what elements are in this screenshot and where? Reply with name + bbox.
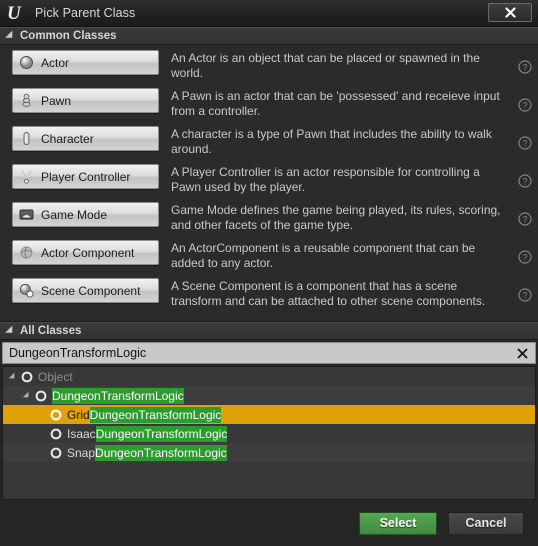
class-name-label: Player Controller [41, 169, 131, 184]
common-classes-label: Common Classes [20, 30, 117, 42]
help-circle-icon[interactable]: ? [512, 49, 538, 85]
scene-component-icon [18, 282, 35, 299]
svg-text:U: U [7, 3, 22, 23]
help-circle-icon[interactable]: ? [512, 125, 538, 161]
close-button[interactable] [488, 3, 532, 22]
class-name-label: Game Mode [41, 207, 108, 222]
class-button-character[interactable]: Character [12, 126, 159, 151]
window-title: Pick Parent Class [35, 6, 136, 20]
tree-item-label: Snap [67, 445, 96, 460]
help-circle-icon[interactable]: ? [512, 239, 538, 275]
tree-item-match: DungeonTransformLogic [52, 387, 184, 404]
class-button-actor-component[interactable]: Actor Component [12, 240, 159, 265]
help-circle-icon[interactable]: ? [512, 277, 538, 313]
svg-text:?: ? [522, 253, 527, 263]
tree-row-isaacdungeontransformlogic[interactable]: IsaacDungeonTransformLogic [3, 424, 535, 443]
help-circle-icon[interactable]: ? [512, 87, 538, 123]
help-circle-icon[interactable]: ? [512, 163, 538, 199]
search-input[interactable] [3, 346, 509, 360]
class-row-actor-component: Actor Component An ActorComponent is a r… [0, 239, 538, 277]
class-description: A character is a type of Pawn that inclu… [171, 127, 492, 156]
pawn-icon [18, 92, 35, 109]
class-row-game-mode: Game Mode Game Mode defines the game bei… [0, 201, 538, 239]
tree-item-match: DungeonTransformLogic [95, 444, 227, 461]
actor-component-icon [18, 244, 35, 261]
class-description: An Actor is an object that can be placed… [171, 51, 480, 80]
class-name-label: Pawn [41, 93, 72, 108]
unreal-engine-logo-icon: U [3, 0, 31, 26]
help-circle-icon[interactable]: ? [512, 201, 538, 237]
character-capsule-icon [18, 130, 35, 147]
class-circle-icon [48, 409, 63, 421]
class-row-scene-component: Scene Component A Scene Component is a c… [0, 277, 538, 315]
expander-icon[interactable] [21, 391, 33, 400]
class-row-actor: Actor An Actor is an object that can be … [0, 49, 538, 87]
class-row-character: Character A character is a type of Pawn … [0, 125, 538, 163]
class-circle-icon [19, 371, 34, 383]
search-bar [2, 342, 536, 364]
class-button-scene-component[interactable]: Scene Component [12, 278, 159, 303]
tree-row-dungeontransformlogic[interactable]: DungeonTransformLogic [3, 386, 535, 405]
class-row-player-controller: Player Controller A Player Controller is… [0, 163, 538, 201]
class-circle-icon [48, 447, 63, 459]
class-circle-icon [33, 390, 48, 402]
class-circle-icon [48, 428, 63, 440]
class-button-pawn[interactable]: Pawn [12, 88, 159, 113]
common-classes-header[interactable]: Common Classes [0, 27, 538, 45]
tree-item-label: Grid [67, 407, 90, 422]
dialog-footer: Select Cancel [0, 500, 538, 546]
tree-item-label: Isaac [67, 426, 96, 441]
class-description: Game Mode defines the game being played,… [171, 203, 501, 232]
svg-text:?: ? [522, 215, 527, 225]
tree-row-griddungeontransformlogic[interactable]: GridDungeonTransformLogic [3, 405, 535, 424]
tree-item-match: DungeonTransformLogic [89, 406, 222, 423]
cancel-button[interactable]: Cancel [448, 511, 524, 535]
common-classes-list: Actor An Actor is an object that can be … [0, 45, 538, 322]
chevron-down-icon [5, 30, 16, 42]
class-row-pawn: Pawn A Pawn is an actor that can be 'pos… [0, 87, 538, 125]
svg-text:?: ? [522, 101, 527, 111]
all-classes-panel: Object DungeonTransformLogic [0, 340, 538, 500]
close-icon [504, 7, 516, 18]
svg-text:?: ? [522, 139, 527, 149]
tree-row-object[interactable]: Object [3, 367, 535, 386]
class-description: A Scene Component is a component that ha… [171, 279, 486, 308]
all-classes-label: All Classes [20, 325, 82, 337]
actor-sphere-icon [18, 54, 35, 71]
svg-text:?: ? [522, 291, 527, 301]
class-button-game-mode[interactable]: Game Mode [12, 202, 159, 227]
player-controller-icon [18, 168, 35, 185]
class-button-player-controller[interactable]: Player Controller [12, 164, 159, 189]
all-classes-header[interactable]: All Classes [0, 322, 538, 340]
class-tree[interactable]: Object DungeonTransformLogic GridDungeon… [2, 366, 536, 500]
svg-text:?: ? [522, 63, 527, 73]
class-name-label: Character [41, 131, 94, 146]
tree-item-label: Object [38, 369, 73, 384]
class-button-actor[interactable]: Actor [12, 50, 159, 75]
class-name-label: Scene Component [41, 283, 141, 298]
title-bar: U Pick Parent Class [0, 0, 538, 27]
expander-icon[interactable] [7, 372, 19, 381]
select-button[interactable]: Select [359, 511, 437, 535]
tree-item-match: DungeonTransformLogic [95, 425, 228, 442]
svg-text:?: ? [522, 177, 527, 187]
pick-parent-class-dialog: U Pick Parent Class Common Classes Actor… [0, 0, 538, 546]
chevron-down-icon [5, 325, 16, 337]
game-mode-icon [18, 206, 35, 223]
tree-row-snapdungeontransformlogic[interactable]: SnapDungeonTransformLogic [3, 443, 535, 462]
class-name-label: Actor Component [41, 245, 135, 260]
class-description: An ActorComponent is a reusable componen… [171, 241, 476, 270]
class-description: A Pawn is an actor that can be 'possesse… [171, 89, 500, 118]
class-name-label: Actor [41, 55, 70, 70]
clear-x-icon[interactable] [509, 347, 535, 360]
class-description: A Player Controller is an actor responsi… [171, 165, 480, 194]
